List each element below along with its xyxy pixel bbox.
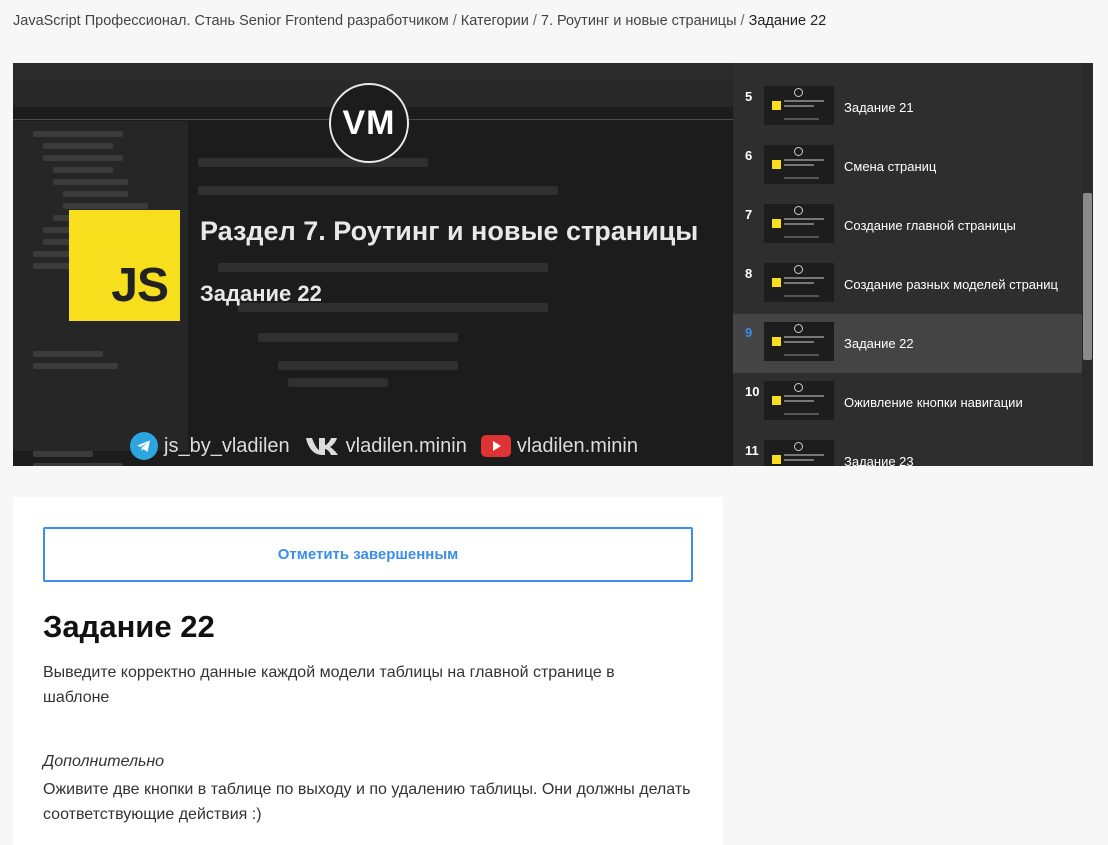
playlist-item[interactable]: 11 Задание 23: [733, 432, 1083, 466]
playlist-item[interactable]: 5 Задание 21: [733, 78, 1083, 137]
playlist-item-active[interactable]: 9 Задание 22: [733, 314, 1083, 373]
playlist-item-thumbnail: [764, 440, 834, 466]
lesson-description: Выведите корректно данные каждой модели …: [43, 664, 615, 706]
js-badge-text: JS: [111, 259, 169, 312]
lesson-playlist[interactable]: 5 Задание 21 6 Смена страниц 7 Создание …: [733, 63, 1093, 466]
lesson-extra-label: Дополнительно: [43, 753, 165, 770]
js-badge: JS: [69, 210, 180, 321]
playlist-item[interactable]: 7 Создание главной страницы: [733, 196, 1083, 255]
video-subtitle: Задание 22: [200, 281, 322, 306]
playlist-item-number: 9: [745, 325, 753, 340]
playlist-item-number: 5: [745, 89, 753, 104]
breadcrumb-separator: /: [740, 13, 745, 29]
social-youtube-label: vladilen.minin: [516, 434, 638, 457]
playlist-item-thumbnail: [764, 86, 834, 125]
video-ide-titlebar: [13, 63, 733, 81]
breadcrumb-section-link[interactable]: 7. Роутинг и новые страницы: [541, 13, 737, 29]
playlist-item[interactable]: 8 Создание разных моделей страниц: [733, 255, 1083, 314]
vk-icon: [305, 438, 338, 455]
playlist-item-thumbnail: [764, 322, 834, 361]
vm-logo: VM: [329, 83, 409, 163]
playlist-item[interactable]: 6 Смена страниц: [733, 137, 1083, 196]
playlist-item-number: 8: [745, 266, 753, 281]
breadcrumb: JavaScript Профессионал. Стань Senior Fr…: [13, 13, 826, 29]
telegram-icon: [130, 432, 158, 460]
playlist-item-title: Смена страниц: [844, 158, 937, 174]
playlist-item-thumbnail: [764, 263, 834, 302]
mark-complete-button[interactable]: Отметить завершенным: [43, 527, 693, 582]
playlist-item-title: Задание 23: [844, 453, 914, 467]
lesson-extra-text: Оживите две кнопки в таблице по выходу и…: [43, 781, 691, 823]
playlist-item-thumbnail: [764, 204, 834, 243]
breadcrumb-current: Задание 22: [748, 13, 827, 29]
youtube-icon: [480, 435, 511, 457]
breadcrumb-separator: /: [452, 13, 457, 29]
social-vk-label: vladilen.minin: [345, 434, 467, 457]
lesson-title: Задание 22: [43, 609, 215, 644]
playlist-item-number: 7: [745, 207, 753, 222]
playlist-item-title: Задание 21: [844, 99, 914, 115]
playlist-item-number: 10: [745, 384, 760, 399]
playlist-item-title: Создание разных моделей страниц: [844, 276, 1058, 292]
video-socials: js_by_vladilen vladilen.minin vladilen.m…: [130, 432, 652, 460]
breadcrumb-separator: /: [532, 13, 537, 29]
social-telegram: js_by_vladilen: [130, 432, 290, 460]
breadcrumb-course-link[interactable]: JavaScript Профессионал. Стань Senior Fr…: [13, 13, 449, 29]
lesson-card: Отметить завершенным Задание 22 Выведите…: [13, 497, 723, 845]
social-telegram-label: js_by_vladilen: [164, 434, 290, 457]
playlist-item-title: Задание 22: [844, 335, 914, 351]
playlist-item-title: Оживление кнопки навигации: [844, 394, 1023, 410]
social-youtube: vladilen.minin: [480, 434, 638, 458]
playlist-item-thumbnail: [764, 145, 834, 184]
playlist-item-thumbnail: [764, 381, 834, 420]
playlist-item-title: Создание главной страницы: [844, 217, 1016, 233]
video-player[interactable]: VM JS Раздел 7. Роутинг и новые страницы…: [13, 63, 733, 466]
social-vk: vladilen.minin: [304, 434, 467, 458]
playlist-scrollbar-thumb[interactable]: [1083, 193, 1092, 360]
breadcrumb-categories-link[interactable]: Категории: [461, 13, 529, 29]
video-title: Раздел 7. Роутинг и новые страницы: [200, 216, 699, 246]
playlist-item-number: 11: [745, 443, 759, 458]
playlist-item-number: 6: [745, 148, 753, 163]
playlist-item[interactable]: 10 Оживление кнопки навигации: [733, 373, 1083, 432]
